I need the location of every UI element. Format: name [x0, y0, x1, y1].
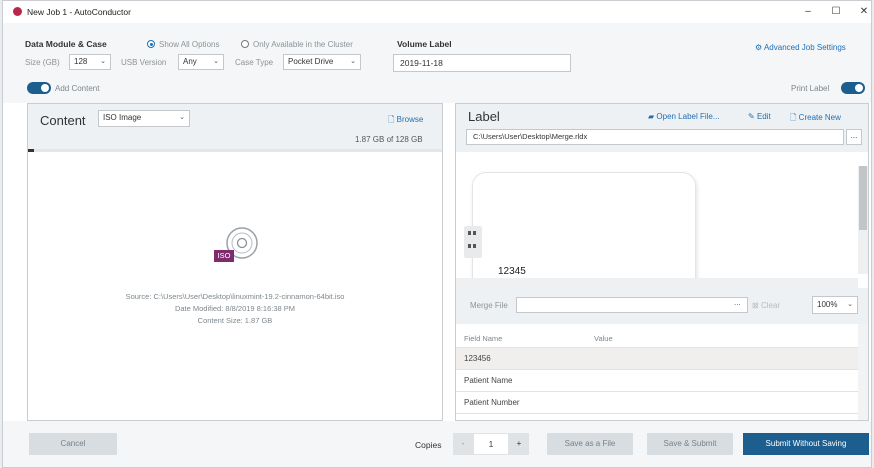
cancel-button[interactable]: Cancel [29, 433, 117, 455]
usb-value: Any [183, 57, 197, 66]
content-type-select[interactable]: ISO Image ⌄ [98, 110, 190, 127]
window-title: New Job 1 - AutoConductor [27, 7, 131, 17]
column-header-value: Value [594, 334, 613, 343]
print-label-toggle[interactable] [841, 82, 865, 94]
clear-icon: ⊠ [752, 301, 759, 310]
minimize-button[interactable]: – [793, 3, 823, 21]
create-new-label: Create New [798, 113, 841, 122]
content-size-text: Content Size: 1.87 GB [197, 316, 273, 325]
merge-file-browse-button[interactable]: ... [734, 298, 741, 307]
browse-label: Browse [396, 115, 424, 124]
iso-badge: ISO [214, 250, 234, 262]
advanced-settings-link[interactable]: ⚙ Advanced Job Settings [755, 43, 846, 52]
chevron-down-icon: ⌄ [350, 58, 356, 65]
show-all-radio[interactable] [147, 40, 155, 48]
chevron-down-icon: ⌄ [100, 58, 106, 65]
browse-button[interactable]: 🗋 Browse [388, 114, 423, 128]
edit-label: Edit [756, 112, 771, 121]
content-panel: Content ISO Image ⌄ 🗋 Browse 1.87 GB of 1… [27, 103, 443, 421]
size-select[interactable]: 128 ⌄ [69, 54, 111, 70]
capacity-bar-fill [28, 149, 35, 152]
save-as-file-button[interactable]: Save as a File [547, 433, 633, 455]
edit-button[interactable]: ✎ Edit [748, 112, 771, 121]
show-all-label[interactable]: Show All Options [159, 40, 219, 49]
volume-label-heading: Volume Label [397, 39, 452, 49]
submit-without-saving-button[interactable]: Submit Without Saving [743, 433, 869, 455]
size-label: Size (GB) [25, 58, 60, 67]
chevron-down-icon: ⌄ [179, 114, 185, 121]
decrement-copies-button[interactable]: - [453, 433, 473, 455]
file-icon: 🗋 [388, 115, 395, 124]
label-path-input[interactable]: C:\Users\User\Desktop\Merge.rldx [466, 129, 844, 145]
column-header-field-name: Field Name [464, 334, 503, 343]
add-content-toggle[interactable] [27, 82, 51, 94]
advanced-settings-label: Advanced Job Settings [763, 43, 846, 52]
usb-drive-icon [464, 226, 482, 258]
chevron-down-icon: ⌄ [847, 301, 853, 308]
print-label-label: Print Label [791, 84, 830, 93]
case-select[interactable]: Pocket Drive ⌄ [283, 54, 361, 70]
save-and-submit-button[interactable]: Save & Submit [647, 433, 733, 455]
merge-file-label: Merge File [470, 301, 508, 310]
case-label: Case Type [235, 58, 274, 67]
gear-icon: ⚙ [755, 43, 763, 52]
label-panel: Label ▰ Open Label File... ✎ Edit 🗋 Crea… [455, 103, 869, 421]
capacity-bar [28, 149, 442, 152]
preview-vertical-scrollbar[interactable] [858, 166, 868, 274]
label-preview: 12345 [456, 154, 868, 288]
clear-button[interactable]: ⊠ Clear [752, 301, 780, 310]
content-type-value: ISO Image [103, 113, 142, 122]
add-content-label: Add Content [55, 84, 100, 93]
usb-label: USB Version [121, 58, 167, 67]
maximize-button[interactable]: ☐ [821, 3, 851, 21]
table-row[interactable]: Patient Number [456, 392, 868, 414]
size-value: 128 [74, 57, 88, 66]
title-bar: New Job 1 - AutoConductor – ☐ ✕ [3, 1, 871, 23]
label-path-browse-button[interactable]: ... [846, 129, 862, 145]
usb-pin [473, 231, 476, 235]
usb-pin [473, 244, 476, 248]
usb-select[interactable]: Any ⌄ [178, 54, 224, 70]
pencil-icon: ✎ [748, 112, 755, 121]
preview-horizontal-scrollbar[interactable] [456, 278, 858, 288]
close-button[interactable]: ✕ [849, 3, 871, 21]
merge-table-header: Field Name Value [456, 324, 868, 348]
create-new-button[interactable]: 🗋 Create New [790, 112, 841, 126]
folder-icon: ▰ [648, 112, 655, 121]
new-file-icon: 🗋 [790, 113, 797, 122]
chevron-down-icon: ⌄ [213, 58, 219, 65]
capacity-text: 1.87 GB of 128 GB [355, 135, 423, 144]
only-available-label[interactable]: Only Available in the Cluster [253, 40, 353, 49]
copies-input[interactable]: 1 [473, 433, 509, 455]
zoom-value: 100% [817, 300, 838, 309]
label-title: Label [468, 109, 500, 124]
table-row[interactable]: Patient Name [456, 370, 868, 392]
preview-vertical-scroll-thumb[interactable] [859, 166, 867, 230]
date-modified-text: Date Modified: 8/8/2019 8:16:38 PM [174, 304, 296, 313]
open-label-file-label: Open Label File... [656, 112, 720, 121]
label-preview-text: 12345 [498, 266, 526, 277]
copies-label: Copies [415, 440, 442, 450]
usb-pin [468, 244, 471, 248]
volume-label-input[interactable]: 2019-11-18 [393, 54, 571, 72]
clear-label: Clear [760, 301, 781, 310]
zoom-select[interactable]: 100% ⌄ [812, 296, 858, 314]
increment-copies-button[interactable]: + [509, 433, 529, 455]
merge-file-input[interactable] [516, 297, 748, 313]
usb-pin [468, 231, 471, 235]
app-logo-icon [13, 7, 22, 16]
content-title: Content [40, 113, 86, 128]
open-label-file-button[interactable]: ▰ Open Label File... [648, 112, 720, 121]
data-module-heading: Data Module & Case [25, 39, 107, 49]
table-row[interactable]: 123456 [456, 348, 868, 370]
table-vertical-scrollbar[interactable] [858, 324, 868, 420]
options-area: Data Module & Case Show All Options Only… [3, 23, 871, 103]
only-available-radio[interactable] [241, 40, 249, 48]
source-text: Source: C:\Users\User\Desktop\linuxmint-… [125, 292, 345, 301]
app-window: New Job 1 - AutoConductor – ☐ ✕ Data Mod… [2, 0, 872, 468]
case-value: Pocket Drive [288, 57, 334, 66]
